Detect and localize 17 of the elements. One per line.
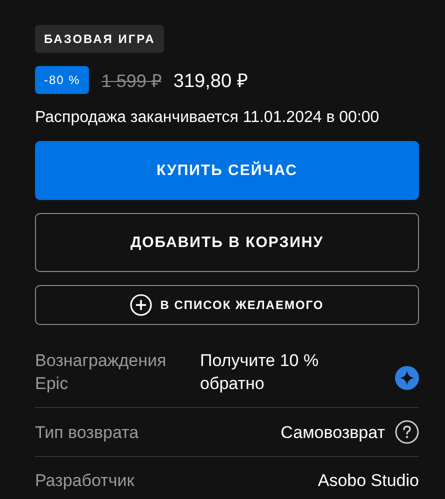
original-price: 1 599 ₽: [101, 70, 162, 92]
detail-value: Самовозврат: [280, 422, 385, 444]
detail-label: Разработчик: [35, 470, 134, 492]
sparkle-icon: [395, 366, 419, 390]
help-icon[interactable]: [395, 420, 419, 444]
current-price: 319,80 ₽: [173, 70, 248, 93]
plus-circle-icon: [130, 294, 152, 316]
buy-now-button[interactable]: КУПИТЬ СЕЙЧАС: [35, 141, 419, 200]
detail-label: Вознаграждения Epic: [35, 350, 168, 395]
detail-value: Asobo Studio: [318, 470, 419, 492]
detail-value: Получите 10 % обратно: [200, 350, 320, 395]
discount-badge: -80 %: [35, 66, 90, 94]
edition-badge: БАЗОВАЯ ИГРА: [35, 25, 164, 53]
add-to-cart-button[interactable]: ДОБАВИТЬ В КОРЗИНУ: [35, 213, 419, 272]
detail-label: Тип возврата: [35, 422, 139, 444]
wishlist-button[interactable]: В СПИСОК ЖЕЛАЕМОГО: [35, 285, 419, 325]
sale-notice: Распродажа заканчивается 11.01.2024 в 00:00: [35, 109, 380, 127]
